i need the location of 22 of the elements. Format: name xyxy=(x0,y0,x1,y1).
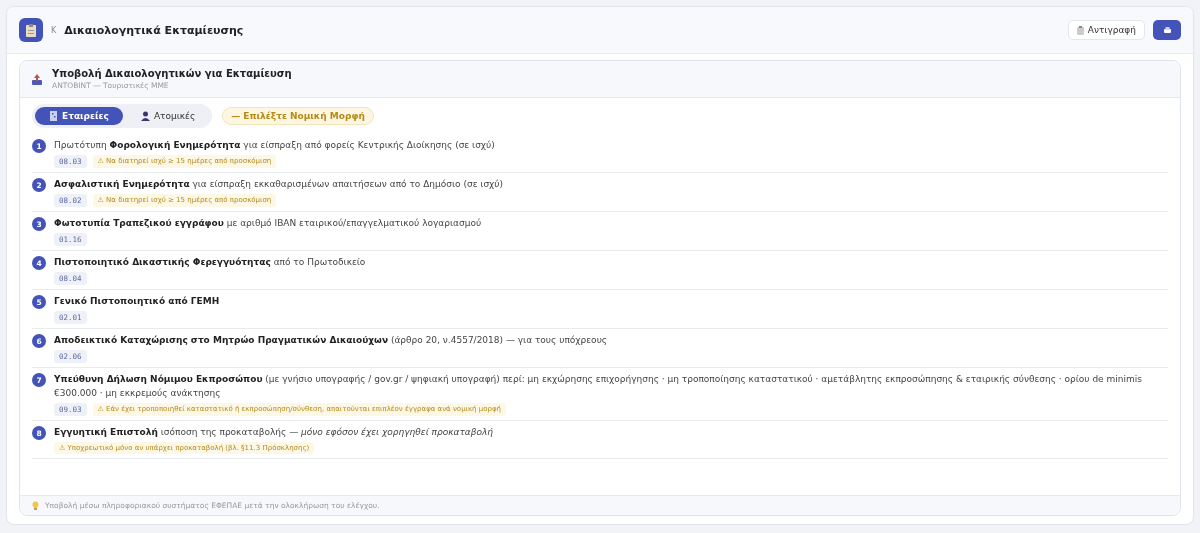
inbox-icon xyxy=(32,73,42,85)
print-button[interactable] xyxy=(1153,20,1181,40)
header-prefix: K xyxy=(51,25,57,35)
copy-button[interactable]: Αντιγραφή xyxy=(1067,20,1145,40)
document-description: Υπεύθυνη Δήλωση Νόμιμου Εκπροσώπου (με γνήσιο υπογραφής / gov.gr / ψηφιακή υπογραφή) περί: μη εκχώρησης επιχορήγησης · μη τροποποίησης καταστατικού · αμετάβλητης εκπροσώπησης & εταιρικής σύνθεσης · ορίου de minimis €300.000 · μη εκκρεμούς ανάκτησης xyxy=(54,373,1143,400)
page-title: Δικαιολογητικά Εκταμίευσης xyxy=(64,23,245,37)
legal-form-tab[interactable]: Εταιρείες xyxy=(35,107,123,125)
card-title: Υποβολή Δικαιολογητικών για Εκταμίευση xyxy=(52,68,292,79)
legal-form-tab[interactable]: Ατομικές xyxy=(126,107,210,125)
document-description: Πρωτότυπη Φορολογική Ενημερότητα για είσπραξη από φορείς Κεντρικής Διοίκησης (σε ισχύ) xyxy=(54,139,495,152)
document-description: Φωτοτυπία Τραπεζικού εγγράφου με αριθμό IBAN εταιρικού/επαγγελματικού λογαριασμού xyxy=(54,217,482,230)
document-description: Ασφαλιστική Ενημερότητα για είσπραξη εκκαθαρισμένων απαιτήσεων από το Δημόσιο (σε ισχύ) xyxy=(54,178,504,191)
clipboard-icon xyxy=(19,18,43,42)
document-description: Γενικό Πιστοποιητικό από ΓΕΜΗ xyxy=(54,295,220,308)
clipboard-icon xyxy=(1076,25,1084,35)
building-icon xyxy=(49,111,58,121)
document-description: Αποδεικτικό Καταχώρισης στο Μητρώο Πραγματικών Δικαιούχων (άρθρο 20, ν.4557/2018) — για τους υπόχρεους xyxy=(54,334,608,347)
document-description: Εγγυητική Επιστολή ισόποση της προκαταβολής — μόνο εφόσον έχει χορηγηθεί προκαταβολή xyxy=(54,426,494,439)
legal-form-hint: — Επιλέξτε Νομική Μορφή xyxy=(222,107,374,125)
person-icon xyxy=(140,111,150,121)
document-description: Πιστοποιητικό Δικαστικής Φερεγγυότητας από το Πρωτοδικείο xyxy=(54,256,366,269)
lightbulb-icon xyxy=(32,501,39,510)
